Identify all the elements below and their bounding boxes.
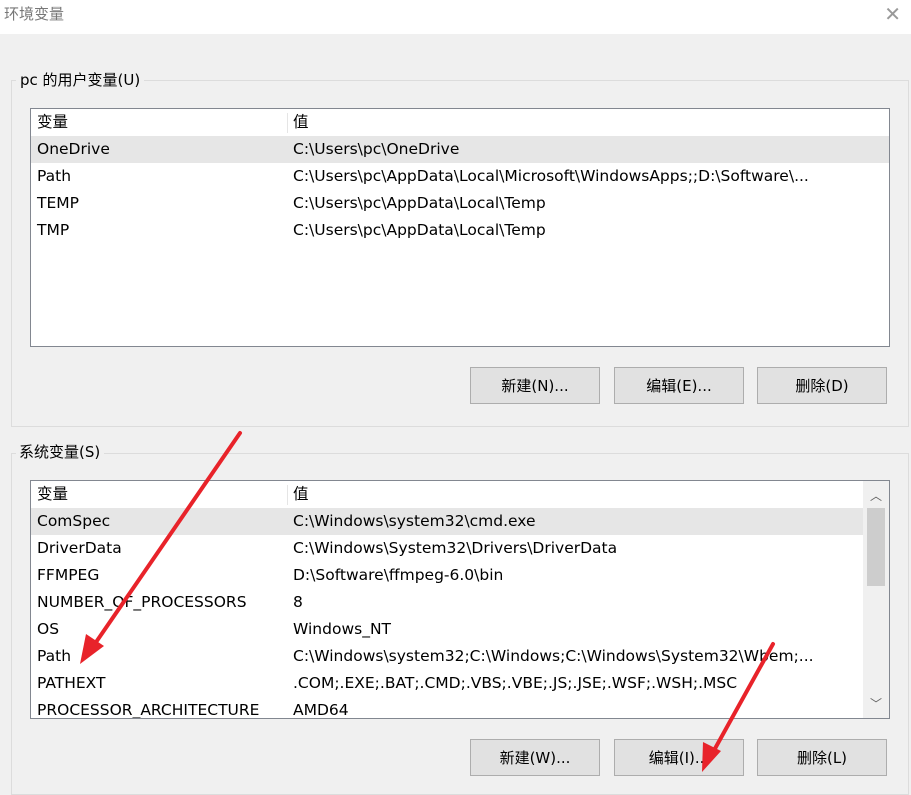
table-row[interactable]: PATHEXT .COM;.EXE;.BAT;.CMD;.VBS;.VBE;.JS… bbox=[31, 670, 889, 697]
user-new-button[interactable]: 新建(N)... bbox=[470, 367, 600, 404]
system-vars-group-label: 系统变量(S) bbox=[16, 441, 105, 462]
column-header-variable[interactable]: 变量 bbox=[37, 109, 68, 136]
system-new-button[interactable]: 新建(W)... bbox=[470, 739, 600, 776]
chevron-up-icon[interactable]: ︿ bbox=[863, 487, 889, 504]
variable-name: TEMP bbox=[37, 194, 79, 212]
table-row[interactable]: TEMP C:\Users\pc\AppData\Local\Temp bbox=[31, 190, 889, 217]
variable-value: C:\Users\pc\OneDrive bbox=[293, 140, 460, 158]
window-title: 环境变量 bbox=[4, 5, 65, 23]
variable-name: OneDrive bbox=[37, 140, 110, 158]
column-divider[interactable] bbox=[287, 113, 288, 133]
close-icon[interactable]: ✕ bbox=[884, 2, 901, 26]
table-row[interactable]: Path C:\Windows\system32;C:\Windows;C:\Wi… bbox=[31, 643, 889, 670]
variable-value: C:\Windows\System32\Drivers\DriverData bbox=[293, 539, 618, 557]
variable-value: C:\Users\pc\AppData\Local\Temp bbox=[293, 194, 546, 212]
system-delete-button[interactable]: 删除(L) bbox=[757, 739, 887, 776]
variable-name: NUMBER_OF_PROCESSORS bbox=[37, 593, 247, 611]
variable-value: C:\Users\pc\AppData\Local\Temp bbox=[293, 221, 546, 239]
variable-name: PROCESSOR_ARCHITECTURE bbox=[37, 701, 260, 719]
variable-value: Windows_NT bbox=[293, 620, 392, 638]
variable-value: C:\Users\pc\AppData\Local\Microsoft\Wind… bbox=[293, 167, 809, 185]
table-row[interactable]: ComSpec C:\Windows\system32\cmd.exe bbox=[31, 508, 889, 535]
vertical-scrollbar[interactable]: ︿ ﹀ bbox=[863, 481, 889, 718]
variable-name: Path bbox=[37, 647, 72, 665]
variable-value: .COM;.EXE;.BAT;.CMD;.VBS;.VBE;.JS;.JSE;.… bbox=[293, 674, 738, 692]
user-edit-button[interactable]: 编辑(E)... bbox=[614, 367, 744, 404]
variable-name: FFMPEG bbox=[37, 566, 100, 584]
variable-name: DriverData bbox=[37, 539, 122, 557]
variable-value: C:\Windows\system32\cmd.exe bbox=[293, 512, 536, 530]
variable-value: AMD64 bbox=[293, 701, 349, 719]
table-row[interactable]: OS Windows_NT bbox=[31, 616, 889, 643]
user-vars-header: 变量 值 bbox=[31, 109, 889, 136]
table-row[interactable]: OneDrive C:\Users\pc\OneDrive bbox=[31, 136, 889, 163]
column-header-variable[interactable]: 变量 bbox=[37, 481, 68, 508]
variable-name: OS bbox=[37, 620, 60, 638]
variable-name: Path bbox=[37, 167, 72, 185]
column-header-value[interactable]: 值 bbox=[293, 109, 309, 136]
user-delete-button[interactable]: 删除(D) bbox=[757, 367, 887, 404]
variable-name: TMP bbox=[37, 221, 70, 239]
table-row[interactable]: TMP C:\Users\pc\AppData\Local\Temp bbox=[31, 217, 889, 244]
variable-value: D:\Software\ffmpeg-6.0\bin bbox=[293, 566, 504, 584]
scrollbar-thumb[interactable] bbox=[867, 508, 885, 586]
system-vars-header: 变量 值 bbox=[31, 481, 889, 508]
column-divider[interactable] bbox=[287, 485, 288, 505]
variable-value: C:\Windows\system32;C:\Windows;C:\Window… bbox=[293, 647, 814, 665]
system-edit-button[interactable]: 编辑(I)... bbox=[614, 739, 744, 776]
table-row[interactable]: FFMPEG D:\Software\ffmpeg-6.0\bin bbox=[31, 562, 889, 589]
variable-value: 8 bbox=[293, 593, 303, 611]
variable-name: PATHEXT bbox=[37, 674, 106, 692]
chevron-down-icon[interactable]: ﹀ bbox=[863, 695, 889, 712]
title-bar: 环境变量 ✕ bbox=[0, 0, 911, 34]
column-header-value[interactable]: 值 bbox=[293, 481, 309, 508]
system-vars-list[interactable]: 变量 值 ComSpec C:\Windows\system32\cmd.exe D… bbox=[30, 480, 890, 719]
table-row[interactable]: Path C:\Users\pc\AppData\Local\Microsoft\… bbox=[31, 163, 889, 190]
table-row[interactable]: PROCESSOR_ARCHITECTURE AMD64 bbox=[31, 697, 889, 719]
user-vars-group-label: pc 的用户变量(U) bbox=[16, 69, 145, 90]
user-vars-list[interactable]: 变量 值 OneDrive C:\Users\pc\OneDrive Path C:\… bbox=[30, 108, 890, 347]
variable-name: ComSpec bbox=[37, 512, 111, 530]
table-row[interactable]: NUMBER_OF_PROCESSORS 8 bbox=[31, 589, 889, 616]
table-row[interactable]: DriverData C:\Windows\System32\Drivers\Dr… bbox=[31, 535, 889, 562]
